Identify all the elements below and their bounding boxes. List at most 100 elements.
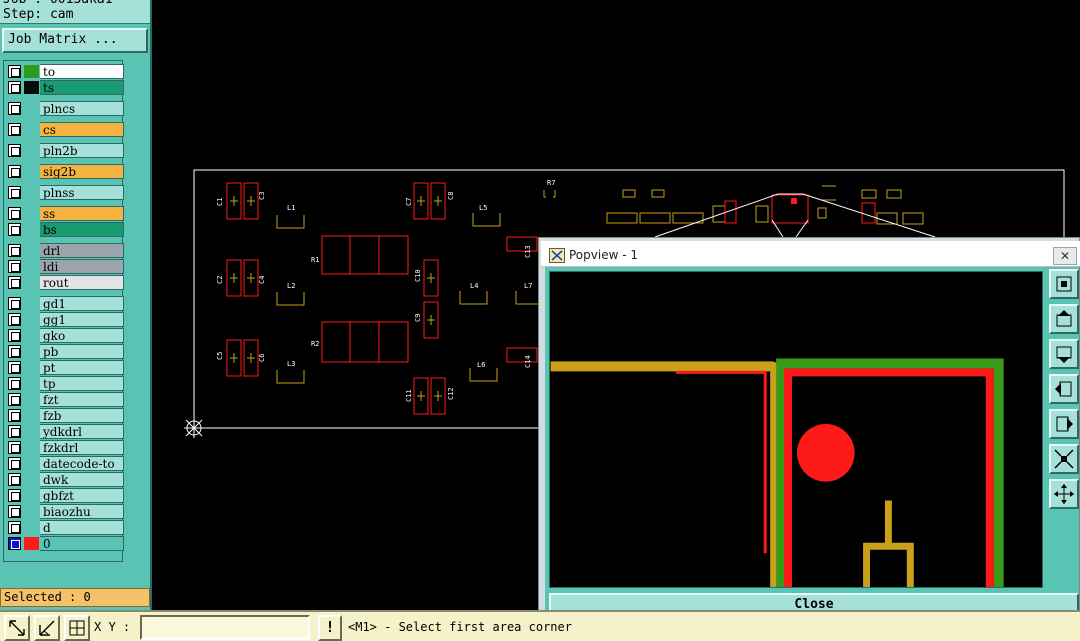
xy-coordinate-input[interactable] <box>140 615 310 640</box>
layer-row-ydkdrl[interactable]: ydkdrl <box>6 424 124 439</box>
layer-row-gd1[interactable]: gd1 <box>6 296 124 311</box>
layer-checkbox[interactable] <box>8 223 21 236</box>
measure-icon[interactable] <box>34 615 60 641</box>
layer-checkbox[interactable] <box>8 329 21 342</box>
layer-name[interactable]: pb <box>40 344 124 359</box>
layer-checkbox[interactable] <box>8 425 21 438</box>
layer-color-swatch[interactable] <box>24 297 39 310</box>
layer-name[interactable]: to <box>40 64 124 79</box>
layer-row-bs[interactable]: bs <box>6 222 124 237</box>
layer-color-swatch[interactable] <box>24 313 39 326</box>
layer-name[interactable]: ss <box>40 206 124 221</box>
layer-row-0[interactable]: 0 <box>6 536 124 551</box>
pan-left-icon[interactable] <box>1049 374 1079 404</box>
layer-checkbox[interactable] <box>8 361 21 374</box>
layer-checkbox[interactable] <box>8 65 21 78</box>
layer-row-ss[interactable]: ss <box>6 206 124 221</box>
layer-row-tp[interactable]: tp <box>6 376 124 391</box>
layer-color-swatch[interactable] <box>24 441 39 454</box>
layer-color-swatch[interactable] <box>24 345 39 358</box>
layer-row-fzkdrl[interactable]: fzkdrl <box>6 440 124 455</box>
layer-color-swatch[interactable] <box>24 537 39 550</box>
layer-checkbox[interactable] <box>8 489 21 502</box>
layer-color-swatch[interactable] <box>24 260 39 273</box>
layer-name[interactable]: plnss <box>40 185 124 200</box>
layer-color-swatch[interactable] <box>24 207 39 220</box>
layer-name[interactable]: cs <box>40 122 124 137</box>
layer-checkbox[interactable] <box>8 409 21 422</box>
layer-row-pb[interactable]: pb <box>6 344 124 359</box>
layer-name[interactable]: fzkdrl <box>40 440 124 455</box>
layer-name[interactable]: 0 <box>40 536 124 551</box>
pan-right-icon[interactable] <box>1049 409 1079 439</box>
layer-name[interactable]: gbfzt <box>40 488 124 503</box>
layer-checkbox[interactable] <box>8 297 21 310</box>
layer-color-swatch[interactable] <box>24 425 39 438</box>
layer-color-swatch[interactable] <box>24 473 39 486</box>
popview-zoomed-view[interactable] <box>549 271 1043 588</box>
layer-name[interactable]: plncs <box>40 101 124 116</box>
layer-checkbox[interactable] <box>8 207 21 220</box>
layer-color-swatch[interactable] <box>24 165 39 178</box>
layer-name[interactable]: datecode-to <box>40 456 124 471</box>
layer-color-swatch[interactable] <box>24 276 39 289</box>
layer-color-swatch[interactable] <box>24 65 39 78</box>
zoom-box-icon[interactable] <box>4 615 30 641</box>
layer-row-fzb[interactable]: fzb <box>6 408 124 423</box>
layer-checkbox[interactable] <box>8 102 21 115</box>
layer-checkbox[interactable] <box>8 260 21 273</box>
layer-checkbox[interactable] <box>8 505 21 518</box>
layer-row-datecode-to[interactable]: datecode-to <box>6 456 124 471</box>
zoom-out-icon[interactable] <box>1049 444 1079 474</box>
layer-name[interactable]: ydkdrl <box>40 424 124 439</box>
layer-color-swatch[interactable] <box>24 244 39 257</box>
layer-row-pln2b[interactable]: pln2b <box>6 143 124 158</box>
layer-row-ts[interactable]: ts <box>6 80 124 95</box>
layer-checkbox[interactable] <box>8 457 21 470</box>
layer-checkbox[interactable] <box>8 473 21 486</box>
layer-checkbox[interactable] <box>8 393 21 406</box>
layer-name[interactable]: gg1 <box>40 312 124 327</box>
layer-name[interactable]: ldi <box>40 259 124 274</box>
pan-up-icon[interactable] <box>1049 304 1079 334</box>
layer-color-swatch[interactable] <box>24 81 39 94</box>
layer-row-biaozhu[interactable]: biaozhu <box>6 504 124 519</box>
layer-color-swatch[interactable] <box>24 223 39 236</box>
layer-row-dwk[interactable]: dwk <box>6 472 124 487</box>
layer-color-swatch[interactable] <box>24 409 39 422</box>
pan-down-icon[interactable] <box>1049 339 1079 369</box>
layer-row-cs[interactable]: cs <box>6 122 124 137</box>
layer-name[interactable]: rout <box>40 275 124 290</box>
alert-button[interactable]: ! <box>318 615 342 641</box>
layer-checkbox[interactable] <box>8 537 21 550</box>
layer-name[interactable]: dwk <box>40 472 124 487</box>
layer-row-ldi[interactable]: ldi <box>6 259 124 274</box>
layer-name[interactable]: drl <box>40 243 124 258</box>
layer-checkbox[interactable] <box>8 81 21 94</box>
layer-row-gbfzt[interactable]: gbfzt <box>6 488 124 503</box>
job-matrix-button[interactable]: Job Matrix ... <box>2 28 148 53</box>
layer-color-swatch[interactable] <box>24 361 39 374</box>
layer-name[interactable]: pt <box>40 360 124 375</box>
layer-color-swatch[interactable] <box>24 489 39 502</box>
layer-row-rout[interactable]: rout <box>6 275 124 290</box>
layer-checkbox[interactable] <box>8 144 21 157</box>
layer-color-swatch[interactable] <box>24 377 39 390</box>
layer-color-swatch[interactable] <box>24 123 39 136</box>
layer-checkbox[interactable] <box>8 276 21 289</box>
layer-row-to[interactable]: to <box>6 64 124 79</box>
layer-name[interactable]: pln2b <box>40 143 124 158</box>
snap-grid-icon[interactable] <box>64 615 90 641</box>
layer-checkbox[interactable] <box>8 313 21 326</box>
layer-row-gko[interactable]: gko <box>6 328 124 343</box>
layer-checkbox[interactable] <box>8 123 21 136</box>
zoom-to-fit-icon[interactable] <box>1049 269 1079 299</box>
layer-name[interactable]: fzb <box>40 408 124 423</box>
layer-color-swatch[interactable] <box>24 144 39 157</box>
layer-name[interactable]: gd1 <box>40 296 124 311</box>
layer-color-swatch[interactable] <box>24 393 39 406</box>
window-close-icon[interactable]: ✕ <box>1053 247 1077 265</box>
layer-row-gg1[interactable]: gg1 <box>6 312 124 327</box>
layer-checkbox[interactable] <box>8 441 21 454</box>
layer-checkbox[interactable] <box>8 244 21 257</box>
